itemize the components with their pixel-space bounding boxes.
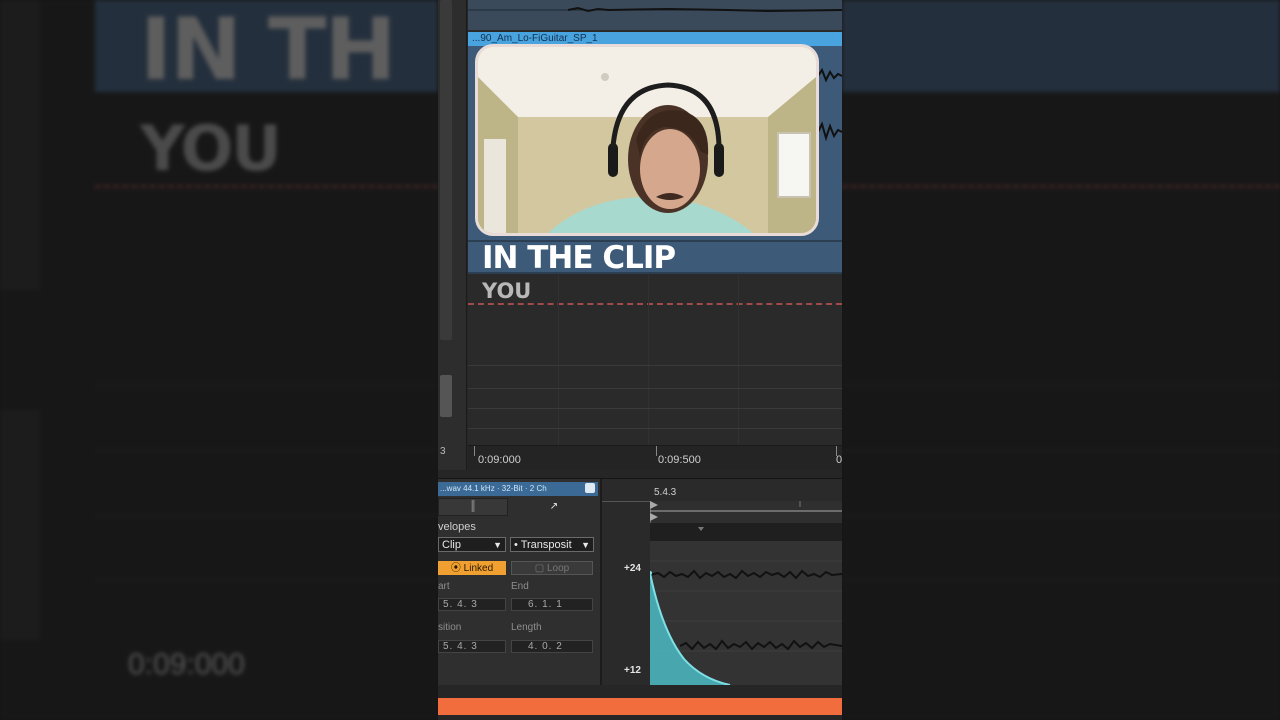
background-subtitle-text: YOU [140,112,282,185]
time-tick-label: 0:09:500 [658,454,701,466]
axis-label-top: +24 [624,563,641,574]
background-sidebar [0,0,40,290]
background-left-panel: IN TH YOU 0:09:000 [0,0,438,720]
loop-marker-icon [650,513,658,521]
linked-button-label: Linked [463,563,494,574]
control-chooser-value: • Transposit [514,539,572,551]
background-lane-line [95,450,438,451]
background-lane-line [95,580,438,581]
device-chooser-value: Clip [442,539,461,551]
loop-boundary-line [468,303,842,305]
time-tick-label: 0:09:000 [478,454,521,466]
clip-detail-view: ...wav 44.1 kHz · 32-Bit · 2 Ch ║ ↗ velo… [438,478,842,686]
background-lane-line [95,385,438,386]
device-chooser[interactable]: Clip ▼ [438,537,506,552]
transpose-envelope [648,560,842,686]
background-clip-strip [842,0,1280,92]
length-label: Length [511,622,542,633]
tab-envelopes[interactable]: ↗ [510,498,598,516]
track-rail: 3 [438,0,467,470]
tab-sample[interactable]: ║ [438,498,508,516]
caption-title: IN THE CLIP [482,240,676,276]
track-waveform-top[interactable] [468,0,842,30]
webcam-overlay [475,44,819,236]
scroll-thumb[interactable] [440,375,452,417]
track-rail-slot [440,0,452,340]
grid-line [738,274,739,446]
track-divider [468,388,842,389]
loop-button-label: Loop [546,563,570,574]
caption-subtitle: YOU [482,279,532,303]
background-title-text: IN TH [140,0,397,100]
background-time-label: 0:09:000 [128,648,245,681]
loop-button[interactable]: ▢ Loop [511,561,593,575]
link-icon: ⦿ [450,563,461,574]
daw-window: 3 ...90_Am_Lo-FiGuitar_SP_1 0:09:000 0:0… [438,0,842,720]
position-label: sition [438,622,462,633]
length-field[interactable]: 4. 0. 2 [511,640,593,653]
background-right-panel [842,0,1280,720]
track-divider [468,365,842,366]
tick-mark [474,446,475,456]
background-lane-line [95,515,438,516]
rail-label: 3 [440,446,446,457]
orange-status-bar [438,698,842,715]
time-ruler[interactable]: 0:09:000 0:09:500 0: [468,445,842,470]
chevron-down-icon: ▼ [493,540,502,550]
grid-line [648,274,649,446]
background-dashed-line [842,185,1280,188]
beat-ruler[interactable]: 5.4.3 [602,485,842,502]
sample-info-bar: ...wav 44.1 kHz · 32-Bit · 2 Ch [438,482,598,496]
background-dashed-line [95,185,438,188]
start-field[interactable]: 5. 4. 3 [438,598,506,611]
save-icon[interactable] [585,483,595,493]
axis-label-bottom: +12 [624,665,641,676]
position-field[interactable]: 5. 4. 3 [438,640,506,653]
chevron-down-icon: ▼ [581,540,590,550]
start-marker-icon [650,501,658,509]
start-label: art [438,581,450,592]
loop-icon: ▢ [534,563,545,574]
end-label: End [511,581,529,592]
clip-tabs: ║ ↗ [438,498,598,516]
tick-mark [656,446,657,456]
playhead-marker [698,527,704,531]
envelopes-heading: velopes [438,521,476,533]
waveform [468,6,842,13]
background-lane-line [842,580,1280,581]
background-lane-line [842,515,1280,516]
waveform-icon: ║ [469,501,477,512]
time-tick-label: 0: [836,454,842,466]
track-divider [468,408,842,409]
linked-button[interactable]: ⦿ Linked [438,561,506,575]
envelope-area[interactable] [648,541,842,686]
sample-info-text: ...wav 44.1 kHz · 32-Bit · 2 Ch [440,484,547,493]
envelope-editor[interactable]: 5.4.3 +24 +12 [602,479,842,686]
webcam-image [478,47,816,233]
ruler-position-label: 5.4.3 [654,487,677,498]
end-field[interactable]: 6. 1. 1 [511,598,593,611]
clip-properties-panel: ...wav 44.1 kHz · 32-Bit · 2 Ch ║ ↗ velo… [438,479,602,685]
track-divider [468,428,842,429]
envelope-icon: ↗ [549,501,559,512]
background-lane-line [842,385,1280,386]
envelope-header-band [650,523,842,541]
background-lane-line [842,450,1280,451]
control-chooser[interactable]: • Transposit ▼ [510,537,594,552]
grid-line [558,274,559,446]
background-sidebar-lower [0,410,40,640]
